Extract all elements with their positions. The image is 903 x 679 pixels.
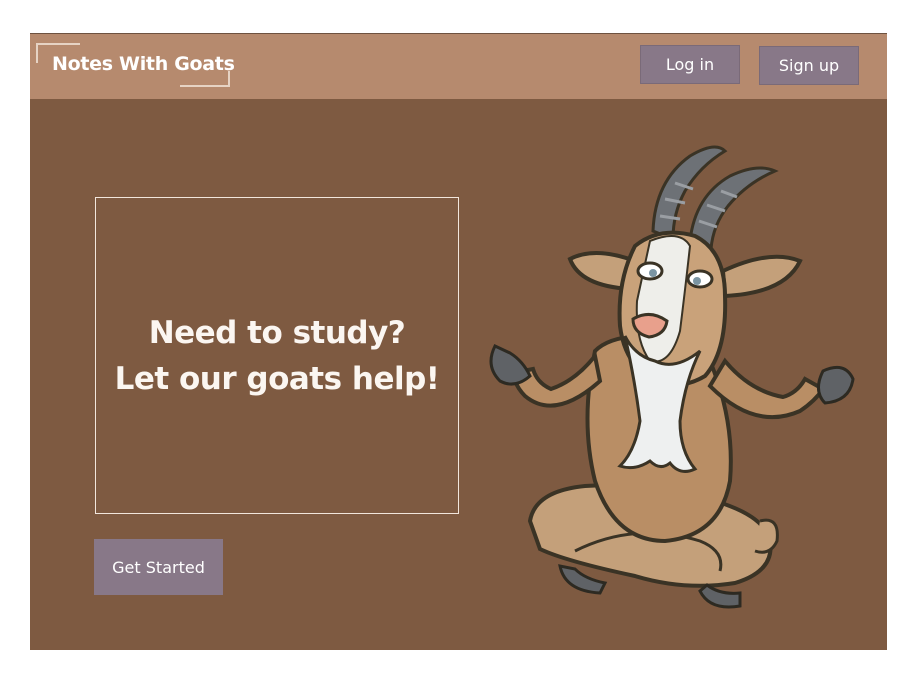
hero-text-box: Need to study? Let our goats help! xyxy=(95,197,459,514)
hero-headline-line-2: Let our goats help! xyxy=(114,360,440,397)
landing-page: Notes With Goats Log in Sign up Need to … xyxy=(30,33,887,650)
logo-text[interactable]: Notes With Goats xyxy=(52,53,235,75)
hero-headline-line-1: Need to study? xyxy=(148,314,406,351)
get-started-button[interactable]: Get Started xyxy=(94,539,223,595)
login-button[interactable]: Log in xyxy=(640,45,740,84)
signup-button[interactable]: Sign up xyxy=(759,46,859,85)
logo[interactable]: Notes With Goats xyxy=(36,43,235,87)
navbar: Notes With Goats Log in Sign up xyxy=(30,33,887,99)
meditating-goat-illustration xyxy=(489,145,855,609)
